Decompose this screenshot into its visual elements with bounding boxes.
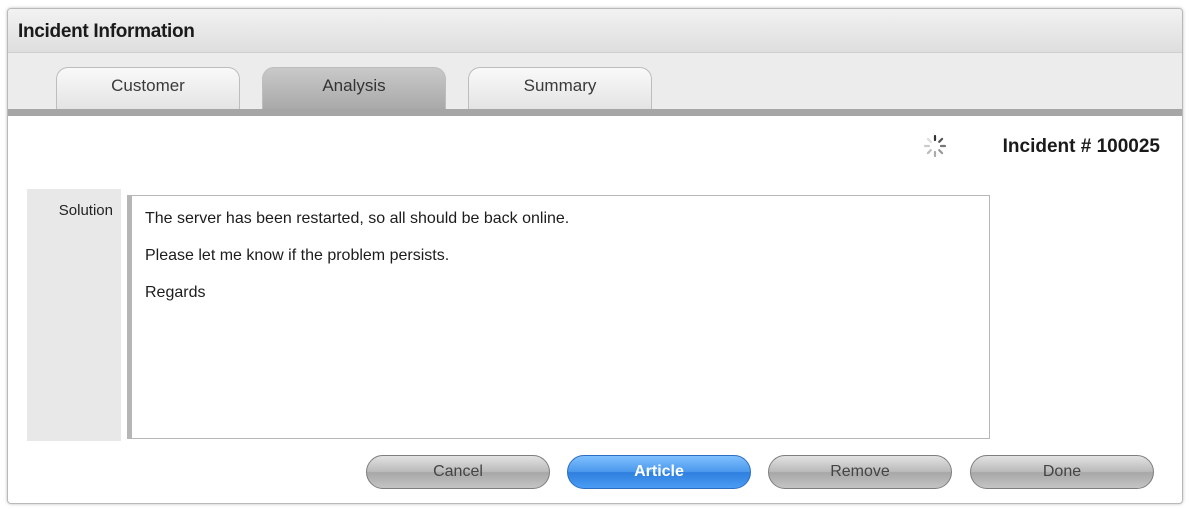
remove-button[interactable]: Remove	[768, 455, 952, 489]
solution-line: The server has been restarted, so all sh…	[145, 210, 570, 227]
loading-spinner-icon	[923, 134, 947, 158]
tab-content-divider	[8, 109, 1182, 116]
solution-line: Regards	[145, 284, 206, 301]
incident-number: Incident # 100025	[1002, 136, 1160, 157]
tab-summary[interactable]: Summary	[468, 67, 652, 109]
solution-line: Please let me know if the problem persis…	[145, 247, 450, 264]
solution-textarea[interactable]: The server has been restarted, so all sh…	[127, 195, 990, 439]
incident-information-panel: Incident Information Customer Analysis S…	[7, 8, 1183, 504]
article-button[interactable]: Article	[567, 455, 751, 489]
tab-analysis[interactable]: Analysis	[262, 67, 446, 109]
panel-title: Incident Information	[18, 21, 195, 42]
solution-label-cell: Solution	[27, 189, 121, 441]
solution-label: Solution	[58, 202, 113, 219]
cancel-button[interactable]: Cancel	[366, 455, 550, 489]
panel-header: Incident Information	[8, 9, 1182, 53]
tab-strip: Customer Analysis Summary	[8, 53, 1182, 109]
done-button[interactable]: Done	[970, 455, 1154, 489]
tab-customer[interactable]: Customer	[56, 67, 240, 109]
